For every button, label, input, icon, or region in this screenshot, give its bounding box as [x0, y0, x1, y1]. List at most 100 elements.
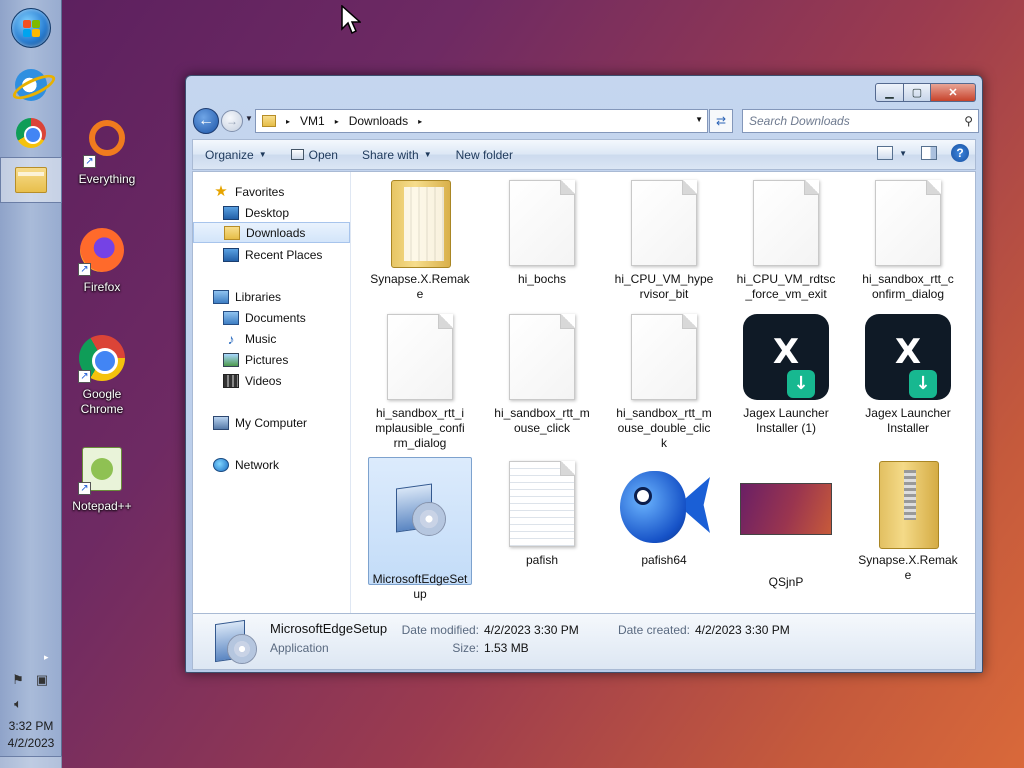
file-item-hi-bochs[interactable]: hi_bochs — [490, 176, 594, 287]
address-row: ← → ▼ ▸ VM1 ▸ Downloads ▸ ▼ ⇄ Search Dow… — [193, 108, 979, 134]
taskbar-chrome[interactable] — [0, 110, 62, 156]
file-name-cont: ouse_click — [513, 421, 571, 435]
taskbar-internet-explorer[interactable] — [0, 62, 62, 108]
file-item-jagex-launcher-1[interactable]: X ↓ Jagex Launcher Installer (1) — [734, 310, 838, 436]
show-desktop-button[interactable] — [0, 756, 62, 768]
navigation-pane: ★ Favorites Desktop Downloads Recent Plac… — [193, 172, 351, 613]
volume-muted-icon[interactable]: 🔈︎ — [10, 696, 26, 712]
file-item-qsjnp[interactable]: QSjnP — [734, 457, 838, 590]
nav-recent-places[interactable]: Recent Places — [193, 244, 350, 265]
desktop-icon-label: Firefox — [83, 280, 121, 294]
size-label: Size: — [452, 641, 479, 655]
tray-expand-button[interactable]: ▸ — [44, 652, 49, 663]
file-name-cont: onfirm_dialog — [871, 287, 945, 301]
desktop-icon-everything[interactable]: ↗ Everything — [67, 116, 147, 187]
nav-my-computer[interactable]: My Computer — [193, 412, 350, 433]
desktop-icon-notepad-plus-plus[interactable]: ↗ Notepad++ — [62, 445, 142, 514]
file-name-cont: up — [413, 587, 427, 601]
file-item-pafish64[interactable]: pafish64 — [612, 457, 716, 568]
maximize-button[interactable]: ▢ — [904, 83, 931, 102]
star-icon: ★ — [214, 182, 228, 200]
search-input[interactable]: Search Downloads ⚲ — [742, 109, 979, 133]
file-name: hi_sandbox_rtt_c — [862, 272, 954, 286]
toolbar-right: ▼ ? — [877, 144, 969, 162]
nav-documents[interactable]: Documents — [193, 307, 350, 328]
chevron-down-icon: ▼ — [258, 150, 267, 159]
downloads-folder-icon — [224, 225, 240, 240]
recent-pages-dropdown[interactable]: ▼ — [245, 114, 253, 123]
forward-button[interactable]: → — [221, 110, 243, 132]
taskbar-clock[interactable]: 3:32 PM 4/2/2023 — [0, 718, 62, 752]
refresh-button[interactable]: ⇄ — [709, 109, 733, 133]
nav-label: Favorites — [235, 184, 285, 199]
file-item-hi-cpu-vm-rdtsc[interactable]: hi_CPU_VM_rdtsc _force_vm_exit — [734, 176, 838, 302]
file-name: hi_sandbox_rtt_i — [375, 406, 465, 420]
folder-icon — [262, 115, 276, 127]
file-name: QSjnP — [768, 575, 804, 589]
breadcrumb-separator[interactable]: ▸ — [335, 117, 339, 126]
file-item-hi-cpu-vm-hypervisor[interactable]: hi_CPU_VM_hype rvisor_bit — [612, 176, 716, 302]
change-view-button[interactable]: ▼ — [877, 146, 907, 160]
file-item-synapse-folder[interactable]: Synapse.X.Remak e — [368, 176, 472, 302]
taskbar: ▸ ⚑ ▣ 🔈︎ 3:32 PM 4/2/2023 — [0, 0, 62, 768]
libraries-icon — [213, 289, 229, 304]
nav-libraries[interactable]: Libraries — [193, 286, 350, 307]
nav-desktop[interactable]: Desktop — [193, 202, 350, 223]
nav-network[interactable]: Network — [193, 454, 350, 475]
organize-button[interactable]: Organize ▼ — [193, 140, 279, 169]
date-modified-label: Date modified: — [401, 623, 479, 637]
recent-places-icon — [223, 247, 239, 262]
nav-favorites[interactable]: ★ Favorites — [193, 181, 350, 202]
search-icon[interactable]: ⚲ — [964, 110, 973, 132]
nav-music[interactable]: ♪ Music — [193, 328, 350, 349]
preview-pane-icon[interactable] — [921, 146, 937, 160]
chevron-down-icon: ▼ — [423, 150, 432, 159]
download-arrow-icon: ↓ — [787, 370, 815, 398]
help-icon[interactable]: ? — [951, 144, 969, 162]
breadcrumb-separator[interactable]: ▸ — [286, 117, 290, 126]
document-icon — [387, 314, 453, 400]
shortcut-arrow-icon: ↗ — [78, 370, 91, 383]
start-button[interactable] — [11, 8, 51, 48]
file-name: hi_sandbox_rtt_m — [494, 406, 590, 420]
address-history-dropdown[interactable]: ▼ — [695, 115, 703, 124]
back-button[interactable]: ← — [193, 108, 219, 134]
breadcrumb-downloads[interactable]: Downloads — [349, 114, 408, 128]
search-placeholder: Search Downloads — [749, 114, 850, 128]
nav-downloads[interactable]: Downloads — [193, 222, 350, 243]
nav-videos[interactable]: Videos — [193, 370, 350, 391]
network-icon — [213, 457, 229, 472]
document-icon — [509, 180, 575, 266]
nav-pictures[interactable]: Pictures — [193, 349, 350, 370]
file-item-hi-sandbox-mouse-double-click[interactable]: hi_sandbox_rtt_m ouse_double_clic k — [612, 310, 716, 451]
taskbar-windows-explorer[interactable] — [0, 157, 62, 203]
address-bar[interactable]: ▸ VM1 ▸ Downloads ▸ ▼ — [255, 109, 708, 133]
close-button[interactable]: ✕ — [931, 83, 976, 102]
pictures-icon — [223, 352, 239, 367]
file-item-hi-sandbox-confirm[interactable]: hi_sandbox_rtt_c onfirm_dialog — [856, 176, 960, 302]
nav-label: Recent Places — [245, 247, 323, 262]
file-item-jagex-launcher[interactable]: X ↓ Jagex Launcher Installer — [856, 310, 960, 436]
breadcrumb-vm1[interactable]: VM1 — [300, 114, 325, 128]
refresh-icon: ⇄ — [715, 114, 727, 128]
content-area: ★ Favorites Desktop Downloads Recent Plac… — [192, 171, 976, 614]
internet-explorer-icon — [15, 69, 47, 101]
file-item-pafish[interactable]: pafish — [490, 457, 594, 568]
document-icon — [631, 180, 697, 266]
file-item-synapse-zip[interactable]: Synapse.X.Remak e — [856, 457, 960, 583]
file-item-microsoft-edge-setup[interactable]: MicrosoftEdgeSet up — [368, 457, 472, 601]
breadcrumb-separator[interactable]: ▸ — [418, 117, 422, 126]
file-name-cont: mplausible_confi — [375, 421, 465, 435]
minimize-button[interactable]: ▁ — [875, 83, 904, 102]
new-folder-button[interactable]: New folder — [444, 140, 525, 169]
file-item-hi-sandbox-implausible[interactable]: hi_sandbox_rtt_i mplausible_confi rm_dia… — [368, 310, 472, 451]
desktop-icon-google-chrome[interactable]: ↗ Google Chrome — [62, 334, 142, 417]
share-with-button[interactable]: Share with ▼ — [350, 140, 444, 169]
desktop-icon-firefox[interactable]: ↗ Firefox — [62, 226, 142, 295]
network-status-icon[interactable]: ▣ — [34, 672, 50, 688]
file-item-hi-sandbox-mouse-click[interactable]: hi_sandbox_rtt_m ouse_click — [490, 310, 594, 436]
open-button[interactable]: Open — [279, 140, 350, 169]
action-center-flag-icon[interactable]: ⚑ — [10, 672, 26, 688]
file-name: hi_bochs — [517, 272, 567, 286]
new-folder-label: New folder — [455, 147, 513, 162]
